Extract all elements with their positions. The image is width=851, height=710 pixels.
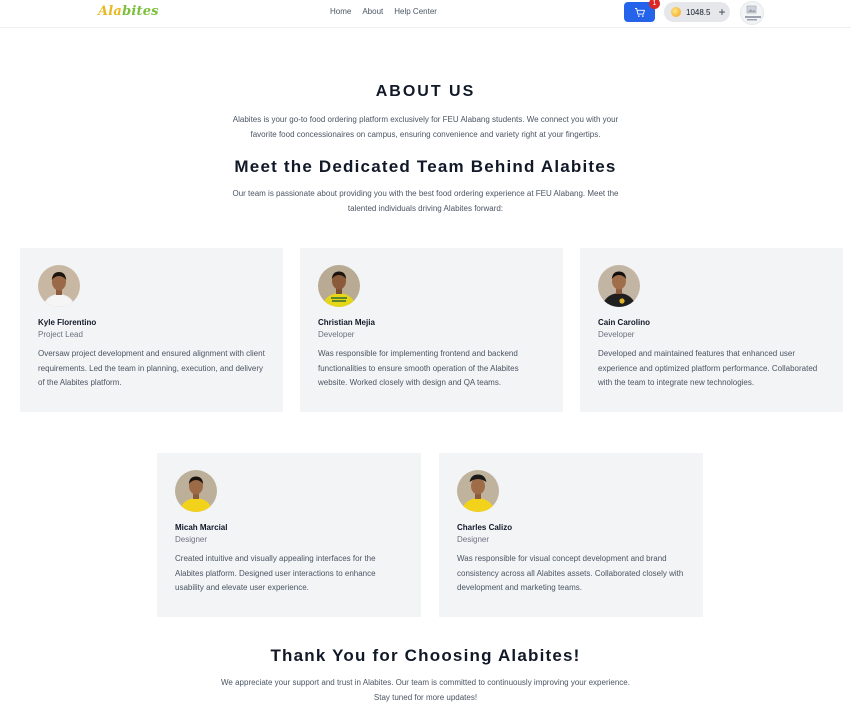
nav-home-link[interactable]: Home bbox=[330, 7, 351, 16]
main-nav: Home About Help Center bbox=[330, 7, 437, 16]
about-us-text: Alabites is your go-to food ordering pla… bbox=[232, 115, 619, 139]
coin-icon bbox=[671, 7, 681, 17]
nav-about-link[interactable]: About bbox=[362, 7, 383, 16]
plus-icon[interactable]: + bbox=[718, 6, 725, 18]
cart-count-badge: 1 bbox=[649, 0, 660, 9]
member-name: Cain Carolino bbox=[598, 318, 651, 327]
member-description: Was responsible for implementing fronten… bbox=[318, 349, 519, 387]
kyle-florentino-photo bbox=[38, 265, 80, 307]
team-member-card: Cain Carolino Developer Developed and ma… bbox=[580, 248, 843, 412]
christian-mejia-photo bbox=[318, 265, 360, 307]
thank-you-text: We appreciate your support and trust in … bbox=[221, 678, 630, 702]
cain-carolino-photo bbox=[598, 265, 640, 307]
thank-you-heading: Thank You for Choosing Alabites! bbox=[270, 646, 581, 665]
member-name: Micah Marcial bbox=[175, 523, 228, 532]
member-name: Charles Calizo bbox=[457, 523, 513, 532]
nav-help-center-link[interactable]: Help Center bbox=[394, 7, 437, 16]
charles-calizo-photo bbox=[457, 470, 499, 512]
member-name: Kyle Florentino bbox=[38, 318, 97, 327]
team-member-card: Christian Mejia Developer Was responsibl… bbox=[300, 248, 563, 412]
team-heading: Meet the Dedicated Team Behind Alabites bbox=[234, 157, 617, 176]
member-name: Christian Mejia bbox=[318, 318, 375, 327]
top-navbar: Alabites Home About Help Center 1 1048.5… bbox=[0, 0, 851, 28]
member-role: Designer bbox=[457, 535, 490, 544]
team-member-card: Micah Marcial Designer Created intuitive… bbox=[157, 453, 421, 617]
coin-balance-value: 1048.5 bbox=[686, 7, 711, 17]
member-role: Developer bbox=[318, 330, 355, 339]
about-us-heading: ABOUT US bbox=[375, 83, 476, 100]
team-member-card: Kyle Florentino Project Lead Oversaw pro… bbox=[20, 248, 283, 412]
member-description: Oversaw project development and ensured … bbox=[38, 349, 265, 387]
cart-button[interactable]: 1 bbox=[624, 0, 660, 22]
profile-avatar bbox=[745, 5, 761, 21]
member-description: Was responsible for visual concept devel… bbox=[457, 554, 684, 592]
cart-icon bbox=[634, 7, 645, 17]
member-role: Project Lead bbox=[38, 330, 83, 339]
profile-avatar-button[interactable] bbox=[740, 1, 764, 25]
team-intro-text: Our team is passionate about providing y… bbox=[232, 189, 619, 213]
member-role: Developer bbox=[598, 330, 635, 339]
coin-balance-pill[interactable]: 1048.5 + bbox=[664, 2, 730, 22]
team-member-card: Charles Calizo Designer Was responsible … bbox=[439, 453, 703, 617]
member-description: Developed and maintained features that e… bbox=[598, 349, 818, 387]
member-description: Created intuitive and visually appealing… bbox=[175, 554, 376, 592]
alabites-logo[interactable]: Alabites bbox=[98, 4, 159, 19]
micah-marcial-photo bbox=[175, 470, 217, 512]
member-role: Designer bbox=[175, 535, 208, 544]
